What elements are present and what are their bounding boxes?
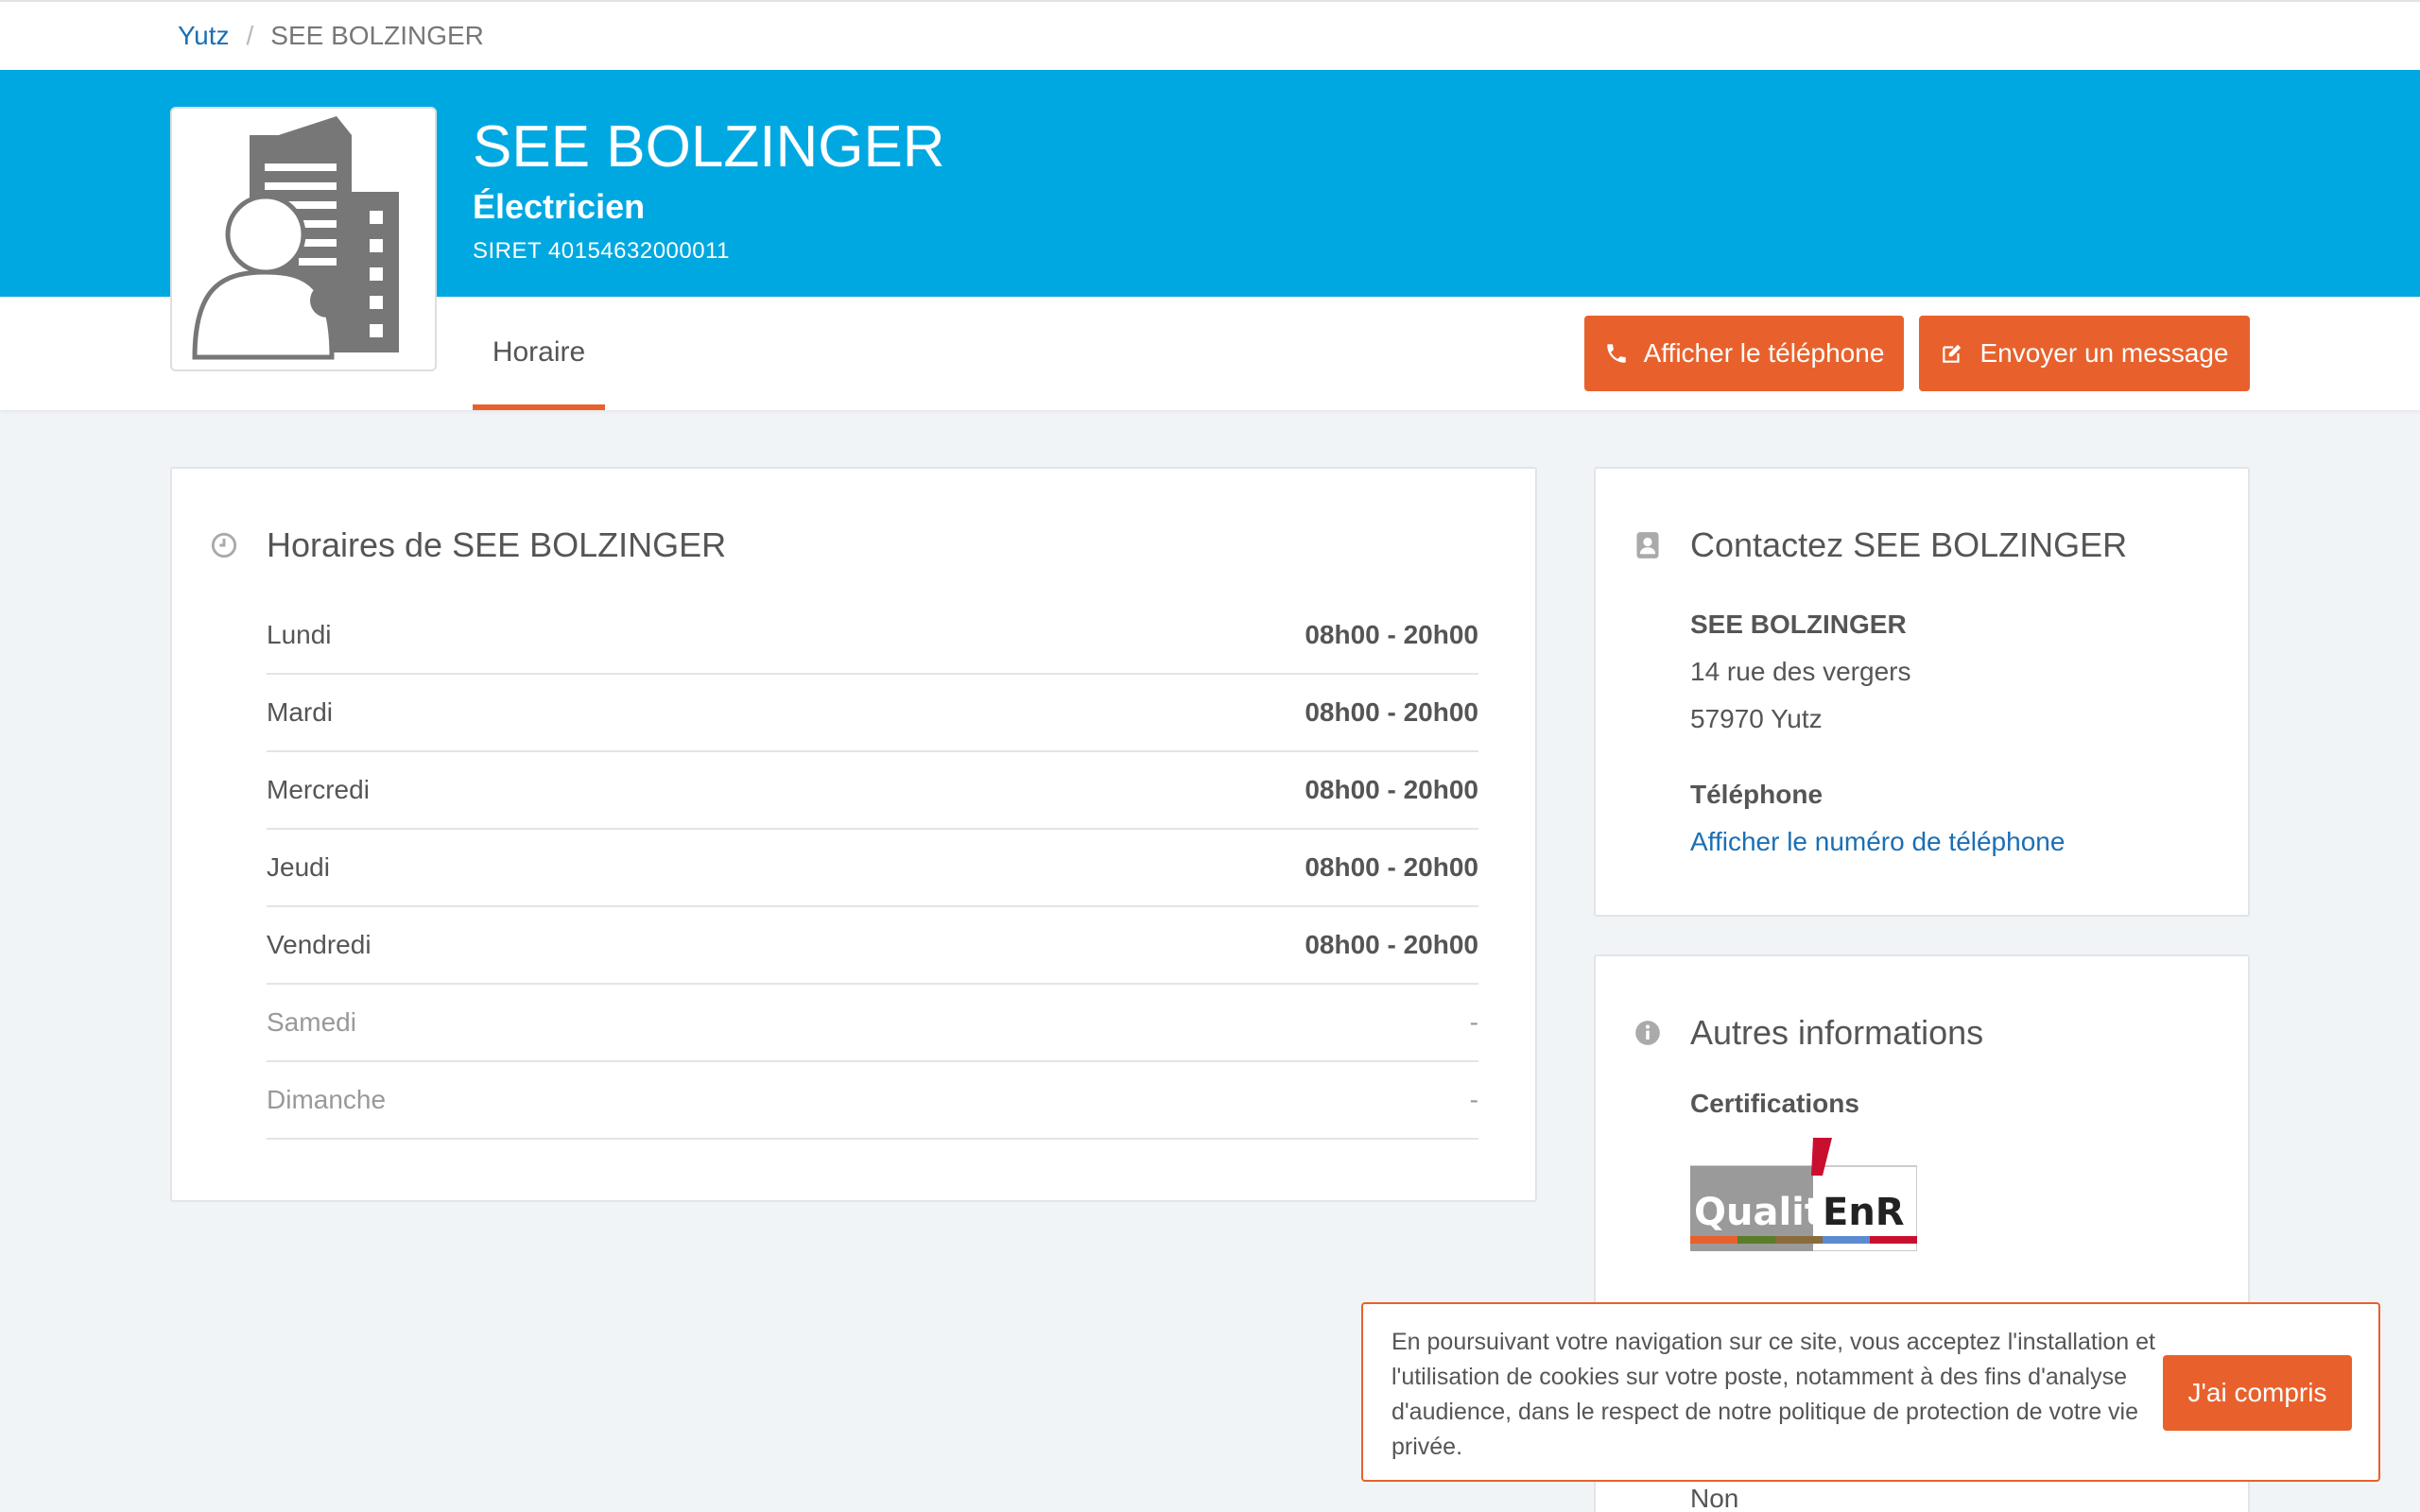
time-value: 08h00 - 20h00 (1305, 775, 1478, 804)
contact-city: 57970 Yutz (1690, 704, 1823, 733)
hours-list: Lundi 08h00 - 20h00 Mardi 08h00 - 20h00 … (267, 597, 1478, 1140)
cookie-banner: En poursuivant votre navigation sur ce s… (1361, 1302, 2380, 1482)
contact-details: SEE BOLZINGER 14 rue des vergers 57970 Y… (1690, 601, 2065, 866)
hours-row-wednesday: Mercredi 08h00 - 20h00 (267, 752, 1478, 830)
time-value: - (1469, 1007, 1478, 1037)
svg-text:EnR: EnR (1823, 1191, 1905, 1234)
other-info-title: Autres informations (1690, 1013, 1984, 1052)
page-title: SEE BOLZINGER (473, 114, 945, 180)
info-icon (1634, 1019, 1662, 1047)
time-value: 08h00 - 20h00 (1305, 697, 1478, 727)
hours-row-friday: Vendredi 08h00 - 20h00 (267, 907, 1478, 985)
company-logo (170, 107, 437, 371)
tab-horaire[interactable]: Horaire (473, 297, 605, 410)
breadcrumb-bar: Yutz / SEE BOLZINGER (0, 0, 2420, 70)
day-label: Vendredi (267, 930, 372, 959)
hours-row-thursday: Jeudi 08h00 - 20h00 (267, 830, 1478, 907)
show-phone-button[interactable]: Afficher le téléphone (1584, 316, 1904, 391)
address-book-icon (1634, 531, 1662, 559)
show-phone-label: Afficher le téléphone (1643, 338, 1885, 368)
svg-text:Qualit: Qualit (1694, 1191, 1823, 1234)
time-value: - (1469, 1085, 1478, 1114)
send-message-button[interactable]: Envoyer un message (1919, 316, 2250, 391)
hours-row-monday: Lundi 08h00 - 20h00 (267, 597, 1478, 675)
time-value: 08h00 - 20h00 (1305, 620, 1478, 649)
edit-icon (1943, 344, 1962, 363)
day-label: Mercredi (267, 775, 370, 804)
company-category: Électricien (473, 187, 646, 226)
clock-icon (210, 531, 238, 559)
breadcrumb-current: SEE BOLZINGER (270, 21, 484, 50)
phone-icon (1606, 344, 1626, 363)
contact-name: SEE BOLZINGER (1690, 610, 1907, 639)
time-value: 08h00 - 20h00 (1305, 930, 1478, 959)
day-label: Samedi (267, 1007, 356, 1037)
day-label: Dimanche (267, 1085, 387, 1114)
other-info-value: Non (1690, 1484, 1739, 1512)
contact-title: Contactez SEE BOLZINGER (1690, 525, 2128, 564)
qualitenr-logo: Qualit EnR (1689, 1138, 1918, 1252)
hours-row-sunday: Dimanche - (267, 1062, 1478, 1140)
hours-row-tuesday: Mardi 08h00 - 20h00 (267, 675, 1478, 752)
cookie-text: En poursuivant votre navigation sur ce s… (1392, 1329, 2155, 1460)
other-info-body: Certifications Qualit EnR (1689, 1089, 1918, 1258)
contact-card-header: Contactez SEE BOLZINGER (1634, 525, 2127, 565)
company-siret: SIRET 40154632000011 (473, 238, 730, 264)
contact-street: 14 rue des vergers (1690, 657, 1911, 686)
phone-label: Téléphone (1690, 780, 1824, 809)
hours-card-header: Horaires de SEE BOLZINGER (210, 525, 726, 565)
hours-title: Horaires de SEE BOLZINGER (267, 525, 727, 564)
breadcrumb: Yutz / SEE BOLZINGER (178, 21, 484, 51)
day-label: Lundi (267, 620, 332, 649)
show-phone-link[interactable]: Afficher le numéro de téléphone (1690, 818, 2065, 866)
breadcrumb-separator: / (246, 21, 254, 50)
day-label: Mardi (267, 697, 334, 727)
other-info-header: Autres informations (1634, 1013, 1983, 1053)
time-value: 08h00 - 20h00 (1305, 852, 1478, 882)
certifications-label: Certifications (1690, 1089, 1859, 1118)
send-message-label: Envoyer un message (1979, 338, 2229, 368)
contact-card: Contactez SEE BOLZINGER SEE BOLZINGER 14… (1594, 467, 2250, 917)
hours-card: Horaires de SEE BOLZINGER Lundi 08h00 - … (170, 467, 1537, 1202)
accept-cookies-button[interactable]: J'ai compris (2163, 1355, 2352, 1431)
company-building-icon (192, 116, 399, 360)
hours-row-saturday: Samedi - (267, 985, 1478, 1062)
day-label: Jeudi (267, 852, 330, 882)
breadcrumb-link-yutz[interactable]: Yutz (178, 21, 229, 51)
